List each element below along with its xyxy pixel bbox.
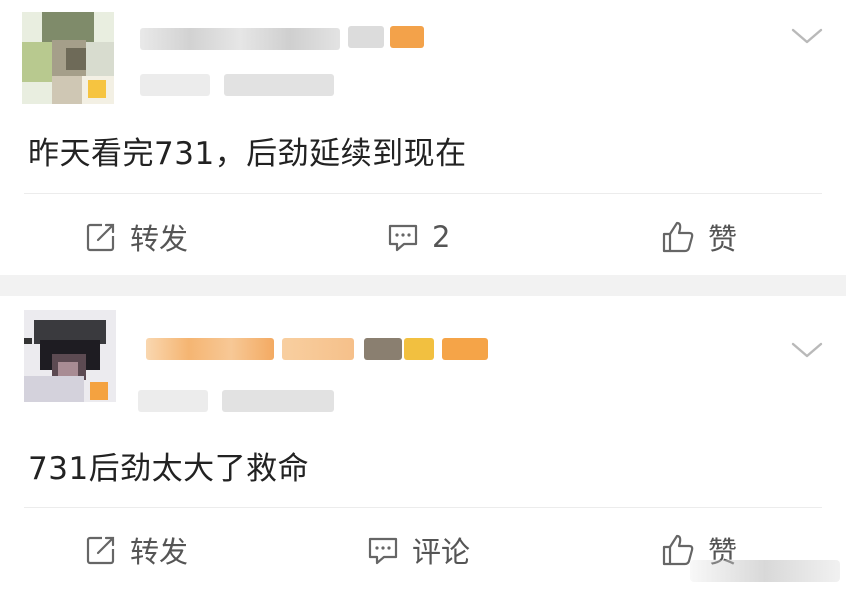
divider	[24, 507, 822, 508]
username[interactable]	[146, 332, 496, 362]
post-content: 731后劲太大了救命	[28, 451, 310, 487]
repost-label: 转发	[130, 222, 189, 256]
feed-separator	[0, 275, 846, 296]
username[interactable]	[140, 22, 430, 52]
more-menu-button[interactable]	[790, 338, 824, 362]
comment-button[interactable]: 评论	[366, 525, 470, 575]
chevron-down-icon	[791, 28, 823, 44]
action-bar: 转发 2 赞	[0, 212, 846, 262]
like-button[interactable]: 赞	[660, 212, 737, 262]
repost-label: 转发	[130, 535, 189, 569]
repost-icon	[86, 536, 115, 565]
avatar[interactable]	[22, 12, 114, 104]
repost-button[interactable]: 转发	[84, 212, 188, 262]
divider	[24, 193, 822, 194]
avatar[interactable]	[24, 310, 116, 402]
comment-icon	[368, 537, 398, 565]
like-label: 赞	[708, 222, 738, 256]
repost-button[interactable]: 转发	[84, 525, 188, 575]
post-content: 昨天看完731，后劲延续到现在	[28, 136, 467, 172]
chevron-down-icon	[791, 342, 823, 358]
thumbs-up-icon	[662, 221, 694, 253]
comment-icon	[388, 224, 418, 252]
feed-post: 昨天看完731，后劲延续到现在 转发 2 赞	[0, 0, 846, 275]
comment-label: 评论	[412, 535, 471, 569]
comment-label: 2	[432, 220, 451, 254]
more-menu-button[interactable]	[790, 24, 824, 48]
watermark	[690, 560, 840, 582]
post-meta	[140, 72, 340, 98]
repost-icon	[86, 223, 115, 252]
post-meta	[138, 388, 338, 414]
feed-post: 731后劲太大了救命 转发 评论 赞	[0, 296, 846, 589]
comment-button[interactable]: 2	[386, 212, 450, 262]
